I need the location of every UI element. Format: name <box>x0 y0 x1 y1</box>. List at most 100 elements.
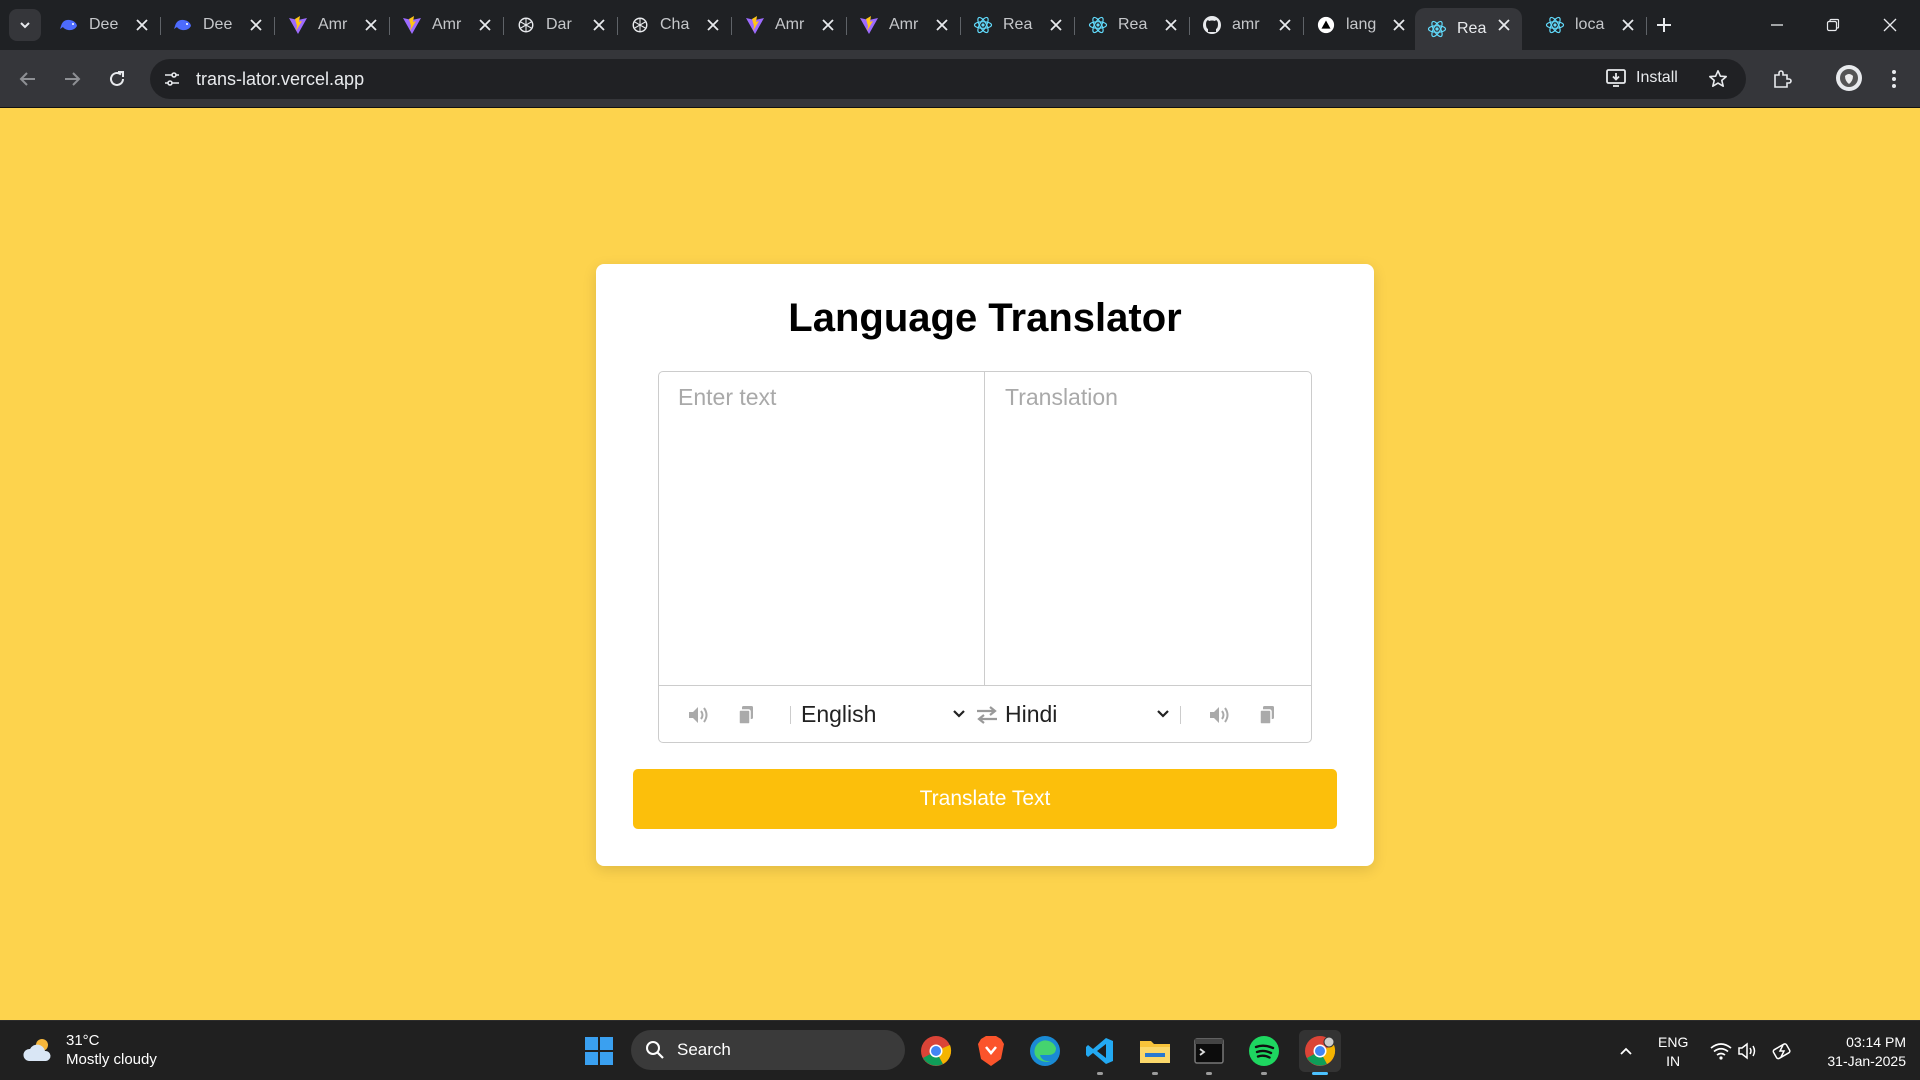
browser-tab[interactable]: amr <box>1190 8 1304 42</box>
swap-languages-button[interactable] <box>974 702 1000 728</box>
spotify-icon <box>1249 1036 1279 1066</box>
close-tab-icon[interactable] <box>1391 17 1407 33</box>
translation-output[interactable] <box>986 372 1311 685</box>
volume-button[interactable] <box>1736 1039 1760 1063</box>
clock[interactable]: 03:14 PM 31-Jan-2025 <box>1806 1033 1906 1071</box>
minimize-button[interactable] <box>1764 12 1790 38</box>
weather-temp: 31°C <box>66 1032 100 1049</box>
back-button[interactable] <box>14 65 42 93</box>
url-text[interactable]: trans-lator.vercel.app <box>196 69 364 90</box>
avatar-icon <box>1840 69 1858 87</box>
source-text-input[interactable] <box>659 372 985 685</box>
close-tab-icon[interactable] <box>1620 17 1636 33</box>
tab-title: Rea <box>1457 20 1487 37</box>
browser-tab[interactable]: Dar <box>504 8 618 42</box>
browser-tab[interactable]: lang <box>1304 8 1417 42</box>
show-hidden-icons-button[interactable] <box>1614 1039 1638 1063</box>
taskbar-app-terminal[interactable] <box>1188 1030 1230 1075</box>
search-label: Search <box>677 1040 731 1059</box>
chevron-down-icon <box>953 710 965 718</box>
browser-tab[interactable]: Rea <box>1076 8 1190 42</box>
close-tab-icon[interactable] <box>363 17 379 33</box>
install-app-button[interactable]: Install <box>1606 68 1678 88</box>
browser-tab[interactable]: Dee <box>161 8 275 42</box>
more-vertical-icon <box>1892 70 1896 88</box>
close-tab-icon[interactable] <box>820 17 836 33</box>
translate-button[interactable]: Translate Text <box>633 769 1337 829</box>
tab-title: Rea <box>1003 16 1033 33</box>
volume-icon <box>1210 707 1229 723</box>
vscode-icon <box>1086 1038 1113 1064</box>
new-tab-button[interactable] <box>1652 13 1676 37</box>
browser-tab[interactable]: Amr <box>847 8 961 42</box>
chevron-down-icon <box>1157 710 1169 718</box>
brave-icon <box>978 1036 1004 1066</box>
target-copy-button[interactable] <box>1254 702 1280 728</box>
extensions-button[interactable] <box>1768 65 1796 93</box>
forward-button[interactable] <box>58 65 86 93</box>
close-tab-icon[interactable] <box>1496 17 1512 33</box>
vite-icon <box>745 15 765 35</box>
wifi-icon <box>1710 1043 1732 1060</box>
chevron-down-icon <box>20 22 30 29</box>
source-speak-button[interactable] <box>686 702 712 728</box>
browser-tab[interactable]: Amr <box>390 8 504 42</box>
browser-tab[interactable]: Dee <box>47 8 161 42</box>
restore-button[interactable] <box>1820 12 1846 38</box>
source-copy-button[interactable] <box>733 702 759 728</box>
running-indicator <box>1097 1072 1103 1075</box>
arrow-right-icon <box>65 72 81 86</box>
close-tab-icon[interactable] <box>477 17 493 33</box>
wifi-button[interactable] <box>1709 1039 1733 1063</box>
browser-tab[interactable]: Amr <box>276 8 390 42</box>
weather-widget[interactable]: 31°C Mostly cloudy <box>22 1031 157 1069</box>
close-tab-icon[interactable] <box>1277 17 1293 33</box>
browser-tab[interactable]: Rea <box>1415 8 1522 50</box>
tune-icon <box>165 72 179 86</box>
taskbar-app-brave[interactable] <box>970 1030 1012 1072</box>
close-tab-icon[interactable] <box>248 17 264 33</box>
active-indicator <box>1312 1072 1328 1075</box>
taskbar-app-vscode[interactable] <box>1079 1030 1121 1075</box>
tab-separator <box>274 17 275 35</box>
tab-title: lang <box>1346 16 1376 33</box>
browser-menu-button[interactable] <box>1880 65 1908 93</box>
input-language-indicator[interactable]: ENG IN <box>1658 1033 1688 1071</box>
taskbar-app-chrome[interactable] <box>915 1030 957 1072</box>
close-window-button[interactable] <box>1877 12 1903 38</box>
address-bar[interactable]: trans-lator.vercel.app Install <box>150 59 1746 99</box>
target-language-select[interactable]: Hindi <box>1005 696 1175 732</box>
bookmark-button[interactable] <box>1706 67 1730 91</box>
copy-icon <box>738 706 753 725</box>
close-tab-icon[interactable] <box>705 17 721 33</box>
taskbar-app-chrome-active[interactable] <box>1299 1030 1341 1075</box>
browser-tab[interactable]: loca <box>1533 8 1647 42</box>
translator-card: Language Translator English Hindi <box>596 264 1374 866</box>
taskbar-search[interactable]: Search <box>631 1030 905 1070</box>
vite-icon <box>288 15 308 35</box>
close-tab-icon[interactable] <box>591 17 607 33</box>
page-title: Language Translator <box>788 296 1182 340</box>
start-button[interactable] <box>584 1036 614 1066</box>
site-info-button[interactable] <box>158 65 186 93</box>
source-language-select[interactable]: English <box>801 696 971 732</box>
profile-avatar[interactable] <box>1836 65 1862 91</box>
reload-button[interactable] <box>103 65 131 93</box>
taskbar-app-edge[interactable] <box>1024 1030 1066 1072</box>
browser-tab[interactable]: Amr <box>733 8 847 42</box>
windows-icon <box>585 1037 613 1065</box>
close-tab-icon[interactable] <box>1163 17 1179 33</box>
taskbar-app-file-explorer[interactable] <box>1134 1030 1176 1075</box>
close-tab-icon[interactable] <box>934 17 950 33</box>
browser-tab[interactable]: Cha <box>618 8 732 42</box>
target-speak-button[interactable] <box>1207 702 1233 728</box>
close-tab-icon[interactable] <box>134 17 150 33</box>
tab-title: Amr <box>775 16 805 33</box>
tab-search-button[interactable] <box>9 9 41 41</box>
taskbar-app-spotify[interactable] <box>1243 1030 1285 1075</box>
tab-title: Amr <box>318 16 348 33</box>
browser-tab[interactable]: Rea <box>961 8 1075 42</box>
close-tab-icon[interactable] <box>1048 17 1064 33</box>
divider <box>790 706 791 724</box>
battery-button[interactable] <box>1771 1039 1795 1063</box>
